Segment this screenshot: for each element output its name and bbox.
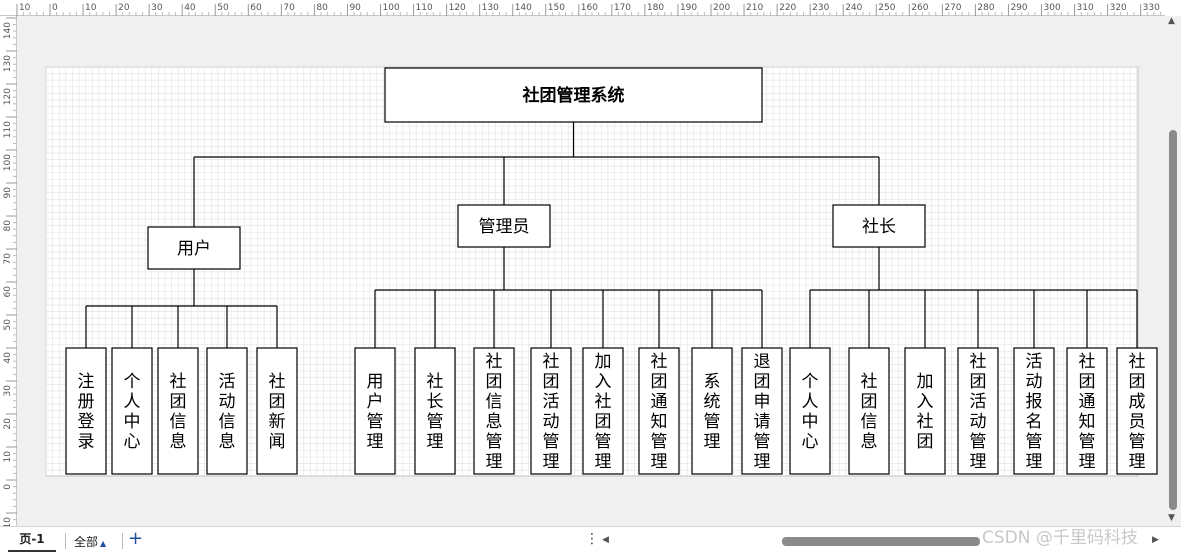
caret-up-icon: ▲ bbox=[100, 539, 107, 548]
ruler-tick-label: 300 bbox=[1044, 3, 1061, 13]
leaf-node-label: 注册登录 bbox=[78, 372, 95, 452]
leaf-node-label: 社团成员管理 bbox=[1129, 352, 1146, 472]
ruler-tick-label: 60 bbox=[3, 286, 13, 298]
scroll-right-icon[interactable]: ▶ bbox=[1152, 535, 1159, 545]
ruler-tick-label: 30 bbox=[3, 385, 13, 397]
ruler-tick-label: 110 bbox=[3, 121, 13, 138]
leaf-node-label: 社长管理 bbox=[427, 372, 444, 452]
ruler-tick-label: 80 bbox=[316, 3, 328, 13]
scroll-left-icon[interactable]: ◀ bbox=[602, 535, 609, 545]
scroll-down-icon[interactable]: ▼ bbox=[1168, 513, 1175, 523]
ruler-tick-label: 230 bbox=[812, 3, 829, 13]
ruler-tick-label: 130 bbox=[482, 3, 499, 13]
leaf-node-label: 社团信息管理 bbox=[486, 352, 503, 472]
leaf-node-label: 用户管理 bbox=[367, 372, 384, 452]
ruler-tick-label: 160 bbox=[581, 3, 598, 13]
leaf-node-label: 个人中心 bbox=[124, 372, 141, 452]
role-node-label: 用户 bbox=[177, 239, 211, 259]
vertical-scroll-thumb[interactable] bbox=[1169, 130, 1177, 510]
ruler-tick-label: 10 bbox=[3, 451, 13, 463]
ruler-tick-label: 60 bbox=[250, 3, 262, 13]
ruler-tick-label: 140 bbox=[3, 22, 13, 39]
root-node-label: 社团管理系统 bbox=[522, 85, 625, 106]
ruler-tick-label: 30 bbox=[151, 3, 163, 13]
ruler-tick-label: 70 bbox=[3, 253, 13, 265]
ruler-tick-label: 10 bbox=[19, 3, 31, 13]
ruler-tick-label: 80 bbox=[3, 220, 13, 232]
ruler-tick-label: 100 bbox=[3, 154, 13, 171]
ruler-tick-label: 140 bbox=[515, 3, 532, 13]
role-node-label: 管理员 bbox=[479, 217, 530, 237]
leaf-node-label: 社团新闻 bbox=[269, 372, 286, 452]
ruler-tick-label: 120 bbox=[449, 3, 466, 13]
leaf-node-label: 社团信息 bbox=[861, 372, 878, 452]
ruler-tick-label: 110 bbox=[416, 3, 433, 13]
ruler-tick-label: 170 bbox=[614, 3, 631, 13]
ruler-tick-label: 250 bbox=[878, 3, 895, 13]
ruler-tick-label: 310 bbox=[1077, 3, 1094, 13]
ruler-tick-label: 70 bbox=[283, 3, 295, 13]
more-vertical-icon[interactable]: ⋮ bbox=[585, 531, 599, 547]
ruler-tick-label: 210 bbox=[746, 3, 763, 13]
ruler-tick-label: 90 bbox=[349, 3, 361, 13]
ruler-tick-label: 290 bbox=[1010, 3, 1027, 13]
ruler-tick-label: 280 bbox=[977, 3, 994, 13]
leaf-node-label: 社团通知管理 bbox=[1079, 352, 1096, 472]
leaf-node-label: 加入社团管理 bbox=[595, 352, 612, 472]
divider bbox=[122, 533, 123, 549]
watermark: CSDN @千里码科技 bbox=[982, 528, 1138, 548]
ruler-tick-label: 20 bbox=[3, 418, 13, 430]
ruler-tick-label: 130 bbox=[3, 55, 13, 72]
leaf-node-label: 系统管理 bbox=[704, 372, 721, 452]
ruler-tick-label: 40 bbox=[184, 3, 196, 13]
ruler-tick-label: 200 bbox=[713, 3, 730, 13]
horizontal-ruler: 10 0 10 20 30 40 50 60 70 80 90 100 110 120 130 140 150 1… bbox=[0, 0, 1181, 16]
vertical-ruler: 140130120110100908070605040302010010 bbox=[0, 16, 17, 526]
all-pages-label: 全部 bbox=[74, 535, 99, 549]
ruler-tick-label: 330 bbox=[1143, 3, 1160, 13]
ruler-tick-label: 120 bbox=[3, 88, 13, 105]
plus-icon[interactable]: + bbox=[128, 528, 143, 549]
ruler-tick-label: 260 bbox=[911, 3, 928, 13]
ruler-tick-label: 180 bbox=[647, 3, 664, 13]
leaf-node-label: 社团通知管理 bbox=[651, 352, 668, 472]
drawing-canvas[interactable]: 社团管理系统用户注册登录 个人中心 社团信息 活动信息 社团新闻 管理员用户管理 社长管理 社… bbox=[17, 16, 1165, 526]
ruler-tick-label: 320 bbox=[1110, 3, 1127, 13]
ruler-tick-label: 40 bbox=[3, 352, 13, 364]
ruler-tick-label: 20 bbox=[118, 3, 130, 13]
ruler-tick-label: 240 bbox=[845, 3, 862, 13]
ruler-tick-label: 270 bbox=[944, 3, 961, 13]
divider bbox=[65, 533, 66, 549]
ruler-tick-label: 150 bbox=[548, 3, 565, 13]
ruler-tick-label: 10 bbox=[85, 3, 97, 13]
leaf-node-label: 社团活动管理 bbox=[543, 352, 560, 472]
page-tab-1[interactable]: 页-1 bbox=[8, 530, 56, 552]
scroll-up-icon[interactable]: ▲ bbox=[1168, 16, 1175, 26]
ruler-tick-label: 90 bbox=[3, 187, 13, 199]
org-chart-diagram: 社团管理系统用户注册登录 个人中心 社团信息 活动信息 社团新闻 管理员用户管理 社长管理 社… bbox=[45, 66, 1158, 477]
ruler-tick-label: 0 bbox=[3, 484, 13, 490]
ruler-tick-label: 220 bbox=[779, 3, 796, 13]
ruler-tick-label: 190 bbox=[680, 3, 697, 13]
horizontal-scroll-thumb[interactable] bbox=[782, 537, 980, 546]
leaf-node-label: 社团活动管理 bbox=[970, 352, 987, 472]
ruler-tick-label: 50 bbox=[217, 3, 229, 13]
leaf-node-label: 社团信息 bbox=[170, 372, 187, 452]
leaf-node-label: 活动信息 bbox=[219, 372, 236, 452]
all-pages-dropdown[interactable]: 全部 ▲ bbox=[74, 533, 106, 550]
ruler-tick-label: 50 bbox=[3, 319, 13, 331]
vertical-scrollbar[interactable]: ▲ ▼ bbox=[1165, 16, 1181, 526]
leaf-node-label: 个人中心 bbox=[802, 372, 819, 452]
leaf-node-label: 加入社团 bbox=[917, 372, 934, 452]
leaf-node-label: 退团申请管理 bbox=[754, 352, 771, 472]
ruler-tick-label: 100 bbox=[383, 3, 400, 13]
leaf-node-label: 活动报名管理 bbox=[1026, 352, 1043, 472]
ruler-tick-label: 10 bbox=[3, 517, 13, 526]
role-node-label: 社长 bbox=[862, 217, 896, 237]
ruler-tick-label: 0 bbox=[52, 3, 58, 13]
